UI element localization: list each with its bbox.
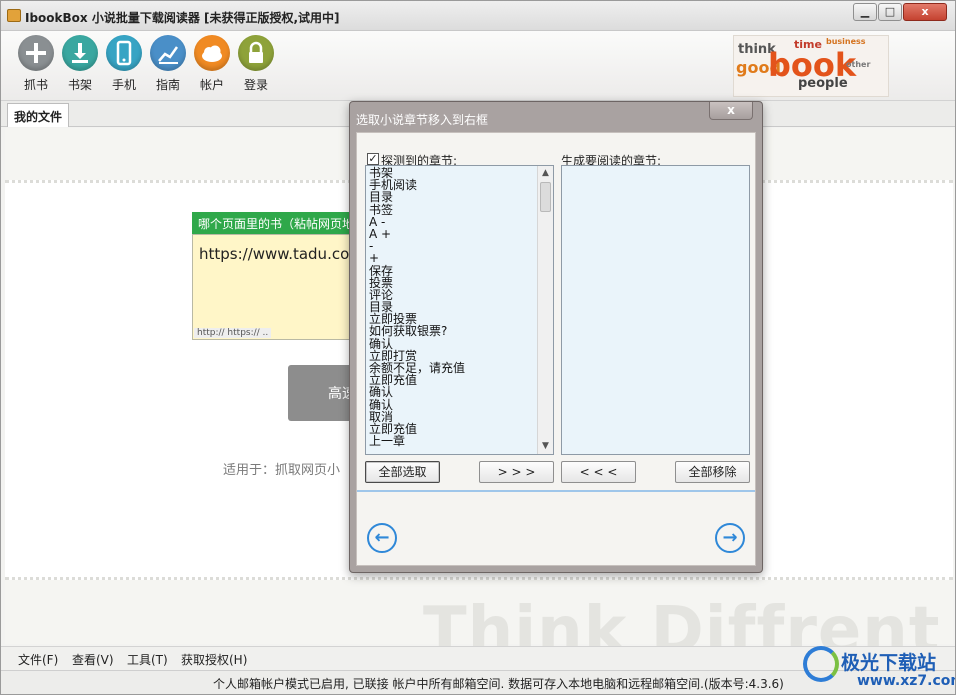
toolbar: 抓书 书架 手机 指南 帐户 登录 think time business go… [1, 31, 955, 101]
menu-license[interactable]: 获取授权(H) [181, 651, 247, 668]
menu-view[interactable]: 查看(V) [72, 651, 114, 668]
chart-icon [150, 35, 186, 71]
chapter-item[interactable]: 立即充值 [369, 374, 535, 386]
url-value: https://www.tadu.com/ [199, 245, 362, 263]
chapter-item[interactable]: 书签 [369, 203, 535, 215]
toolbar-label: 手机 [111, 78, 136, 92]
toolbar-login-button[interactable]: 登录 [234, 35, 278, 93]
download-icon [62, 35, 98, 71]
window-title: IbookBox 小说批量下载阅读器 [未获得正版授权,试用中] [25, 11, 340, 25]
site-watermark: 极光下载站 www.xz7.com [797, 646, 956, 694]
menu-tools[interactable]: 工具(T) [127, 651, 168, 668]
minimize-button[interactable]: ▁ [853, 3, 877, 21]
toolbar-phone-button[interactable]: 手机 [102, 35, 146, 93]
brand-banner: think time business good book people oth… [733, 35, 889, 97]
dialog-title: 选取小说章节移入到右框 [356, 113, 489, 127]
chapter-items: 书架 手机阅读 目录 书签 A -A + - + 保存 投票 评论 目录 立即投票 如何获取银票? 确认立… [369, 167, 535, 448]
select-all-button[interactable]: 全部选取 [365, 461, 440, 483]
scroll-down-icon[interactable]: ▼ [538, 439, 553, 454]
applies-text: 适用于：抓取网页小 [223, 463, 341, 478]
url-prompt-label: 哪个页面里的书（粘帖网页地 [192, 212, 362, 234]
url-input[interactable]: https://www.tadu.com/ http:// https:// .… [192, 234, 362, 340]
chapters-scrollbar[interactable]: ▲ ▼ [537, 166, 553, 454]
chapter-item[interactable]: A - [369, 216, 535, 228]
brand-word: other [846, 60, 871, 69]
watermark-logo-icon [803, 646, 839, 682]
chapter-item[interactable]: 投票 [369, 276, 535, 288]
detected-checkbox[interactable]: ✓ [367, 153, 379, 165]
toolbar-label: 抓书 [23, 78, 48, 92]
move-right-button[interactable]: > > > [479, 461, 554, 483]
toolbar-label: 书架 [67, 78, 92, 92]
chapter-item[interactable]: 上一章 [369, 435, 535, 447]
remove-all-button[interactable]: 全部移除 [675, 461, 750, 483]
watermark-title: 极光下载站 [841, 652, 937, 674]
chapter-item[interactable]: 保存 [369, 264, 535, 276]
detected-chapters-list[interactable]: 书架 手机阅读 目录 书签 A -A + - + 保存 投票 评论 目录 立即投票 如何获取银票? 确认立… [365, 165, 554, 455]
toolbar-guide-button[interactable]: 指南 [146, 35, 190, 93]
toolbar-bookshelf-button[interactable]: 书架 [58, 35, 102, 93]
chapter-item[interactable]: 手机阅读 [369, 179, 535, 191]
toolbar-grab-button[interactable]: 抓书 [14, 35, 58, 93]
brand-word: people [798, 76, 848, 91]
app-icon [7, 9, 21, 22]
move-left-button[interactable]: < < < [561, 461, 636, 483]
dialog-divider [357, 490, 755, 492]
tab-my-files[interactable]: 我的文件 [7, 103, 70, 127]
lock-icon [238, 35, 274, 71]
plus-icon [18, 35, 54, 71]
cloud-icon [194, 35, 230, 71]
brand-word: business [826, 37, 866, 46]
toolbar-account-button[interactable]: 帐户 [190, 35, 234, 93]
dialog-close-button[interactable]: x [709, 102, 753, 120]
scroll-up-icon[interactable]: ▲ [538, 166, 553, 181]
selected-chapters-list[interactable] [561, 165, 750, 455]
watermark-url: www.xz7.com [857, 673, 956, 689]
status-text: 个人邮箱帐户模式已启用, 已联接 帐户中所有邮箱空间. 数据可存入本地电脑和远程… [213, 677, 784, 691]
chapter-item[interactable]: 确认 [369, 386, 535, 398]
prev-arrow-icon[interactable]: ← [367, 523, 397, 553]
chapter-item[interactable]: 评论 [369, 289, 535, 301]
url-hint: http:// https:// .. [194, 328, 272, 338]
chapter-item[interactable]: 确认 [369, 337, 535, 349]
chapter-item[interactable]: A + [369, 228, 535, 240]
chapter-select-dialog: x 选取小说章节移入到右框 ✓ 探测到的章节: 生成要阅读的章节: 书架 手机阅读… [349, 101, 763, 573]
toolbar-label: 帐户 [199, 78, 224, 92]
chapter-item[interactable]: 目录 [369, 191, 535, 203]
maximize-button[interactable]: □ [878, 3, 902, 21]
dialog-body: ✓ 探测到的章节: 生成要阅读的章节: 书架 手机阅读 目录 书签 A -A + - + 保存… [356, 132, 756, 566]
chapter-item[interactable]: + [369, 252, 535, 264]
title-bar: IbookBox 小说批量下载阅读器 [未获得正版授权,试用中] ▁ □ x [1, 1, 955, 31]
toolbar-label: 指南 [155, 78, 180, 92]
menu-file[interactable]: 文件(F) [18, 651, 58, 668]
chapter-item[interactable]: - [369, 240, 535, 252]
close-button[interactable]: x [903, 3, 947, 21]
phone-icon [106, 35, 142, 71]
toolbar-label: 登录 [243, 78, 268, 92]
app-window: IbookBox 小说批量下载阅读器 [未获得正版授权,试用中] ▁ □ x 抓… [0, 0, 956, 695]
scroll-thumb[interactable] [540, 182, 551, 212]
next-arrow-icon[interactable]: → [715, 523, 745, 553]
chapter-item[interactable]: 如何获取银票? [369, 325, 535, 337]
chapter-item[interactable]: 确认 [369, 398, 535, 410]
